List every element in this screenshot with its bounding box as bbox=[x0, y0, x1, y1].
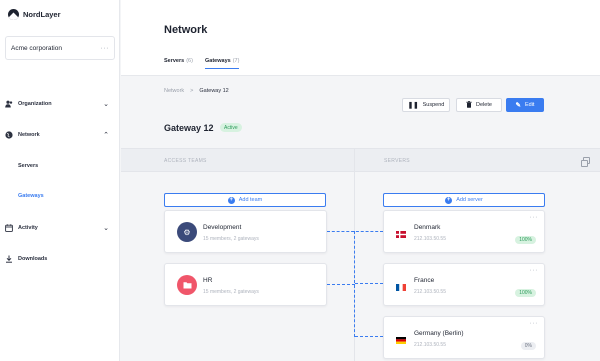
denmark-flag-icon bbox=[396, 225, 406, 238]
tab-count: (6) bbox=[186, 58, 193, 64]
server-load-badge: 0% bbox=[520, 342, 536, 350]
servers-label: SERVERS bbox=[384, 158, 410, 164]
server-ip: 212.103.50.55 bbox=[414, 236, 446, 242]
page-title: Network bbox=[164, 24, 208, 36]
globe-icon bbox=[5, 131, 13, 139]
chevron-down-icon: ⌄ bbox=[103, 225, 109, 232]
more-options-icon[interactable]: ··· bbox=[530, 267, 539, 274]
breadcrumb-separator: > bbox=[190, 88, 194, 94]
sidebar-item-label: Network bbox=[18, 132, 40, 138]
tab-gateways[interactable]: Gateways (7) bbox=[205, 58, 240, 69]
server-name: France bbox=[414, 277, 435, 284]
more-options-icon[interactable]: ··· bbox=[101, 45, 110, 52]
connector-line bbox=[327, 284, 355, 285]
edit-label: Edit bbox=[524, 102, 535, 108]
server-name: Denmark bbox=[414, 224, 441, 231]
sidebar-item-label: Downloads bbox=[18, 256, 48, 262]
server-load-badge: 100% bbox=[515, 289, 536, 297]
sidebar-item-downloads[interactable]: Downloads bbox=[5, 253, 109, 265]
organization-selector[interactable]: Acme corporation ··· bbox=[5, 36, 115, 60]
team-card-hr[interactable]: HR 15 members, 2 gateways bbox=[164, 263, 327, 306]
pencil-icon: ✎ bbox=[515, 102, 521, 109]
sidebar-item-organization[interactable]: Organization ⌄ bbox=[5, 98, 109, 110]
more-options-icon[interactable]: ··· bbox=[530, 320, 539, 327]
connector-line bbox=[355, 336, 383, 337]
sidebar-item-activity[interactable]: Activity ⌄ bbox=[5, 222, 109, 234]
status-badge: Active bbox=[220, 123, 242, 132]
pause-icon: ❚❚ bbox=[407, 102, 419, 109]
add-team-label: Add team bbox=[238, 197, 263, 203]
server-card-germany-berlin[interactable]: Germany (Berlin) 212.103.50.55 ··· 0% bbox=[383, 316, 545, 359]
connector-line bbox=[355, 283, 383, 284]
tab-label: Servers bbox=[164, 58, 185, 64]
calendar-icon bbox=[5, 224, 13, 232]
plus-icon: + bbox=[445, 196, 453, 204]
delete-button[interactable]: Delete bbox=[456, 98, 502, 112]
download-icon bbox=[5, 255, 13, 263]
germany-flag-icon bbox=[396, 331, 406, 344]
sidebar-item-label: Organization bbox=[18, 101, 52, 107]
page-header: Network Servers (6) Gateways (7) bbox=[121, 0, 600, 76]
delete-label: Delete bbox=[476, 102, 492, 108]
team-card-development[interactable]: ⚙ Development 15 members, 2 gateways bbox=[164, 210, 327, 253]
server-ip: 212.103.50.55 bbox=[414, 289, 446, 295]
sidebar-subitem-gateways[interactable]: Gateways bbox=[18, 193, 44, 199]
access-teams-label: ACCESS TEAMS bbox=[164, 158, 207, 164]
add-server-label: Add server bbox=[456, 197, 483, 203]
users-icon bbox=[5, 100, 13, 108]
tab-servers[interactable]: Servers (6) bbox=[164, 58, 193, 68]
connector-line bbox=[327, 231, 383, 232]
organization-name: Acme corporation bbox=[11, 44, 62, 52]
team-meta: 15 members, 2 gateways bbox=[203, 289, 259, 295]
team-name: Development bbox=[203, 224, 242, 231]
more-options-icon[interactable]: ··· bbox=[530, 214, 539, 221]
servers-header: SERVERS bbox=[355, 148, 600, 172]
sidebar: NordLayer Acme corporation ··· Organizat… bbox=[0, 0, 120, 361]
team-meta: 15 members, 2 gateways bbox=[203, 236, 259, 242]
nordlayer-logo[interactable]: NordLayer bbox=[8, 9, 61, 20]
france-flag-icon bbox=[396, 278, 406, 291]
access-teams-header: ACCESS TEAMS bbox=[121, 148, 354, 172]
suspend-label: Suspend bbox=[422, 102, 445, 108]
tab-label: Gateways bbox=[205, 58, 231, 64]
plus-icon: + bbox=[227, 196, 235, 204]
nordlayer-logo-icon bbox=[8, 9, 19, 20]
server-name: Germany (Berlin) bbox=[414, 330, 464, 337]
sidebar-subitem-servers[interactable]: Servers bbox=[18, 163, 38, 169]
edit-button[interactable]: ✎ Edit bbox=[506, 98, 544, 112]
server-card-denmark[interactable]: Denmark 212.103.50.55 ··· 100% bbox=[383, 210, 545, 253]
copy-icon[interactable] bbox=[581, 157, 590, 167]
chevron-down-icon: ⌄ bbox=[103, 101, 109, 108]
connector-line bbox=[354, 231, 355, 337]
main-content: Network Servers (6) Gateways (7) Network >… bbox=[121, 0, 600, 361]
server-card-france[interactable]: France 212.103.50.55 ··· 100% bbox=[383, 263, 545, 306]
suspend-button[interactable]: ❚❚ Suspend bbox=[402, 98, 450, 112]
gear-icon: ⚙ bbox=[177, 222, 197, 242]
tab-count: (7) bbox=[232, 58, 240, 64]
server-ip: 212.103.50.55 bbox=[414, 342, 446, 348]
trash-icon bbox=[466, 100, 472, 110]
sidebar-item-network[interactable]: Network ⌃ bbox=[5, 129, 109, 141]
add-team-button[interactable]: + Add team bbox=[164, 193, 326, 207]
team-name: HR bbox=[203, 277, 213, 284]
server-load-badge: 100% bbox=[515, 236, 536, 244]
brand-name: NordLayer bbox=[23, 10, 61, 19]
add-server-button[interactable]: + Add server bbox=[383, 193, 545, 207]
folder-icon bbox=[177, 275, 197, 295]
gateway-name: Gateway 12 bbox=[164, 123, 214, 133]
breadcrumb-current: Gateway 12 bbox=[199, 88, 229, 94]
breadcrumb: Network > Gateway 12 bbox=[164, 88, 229, 94]
chevron-up-icon: ⌃ bbox=[103, 132, 109, 139]
sidebar-item-label: Activity bbox=[18, 225, 38, 231]
breadcrumb-network[interactable]: Network bbox=[164, 88, 184, 94]
